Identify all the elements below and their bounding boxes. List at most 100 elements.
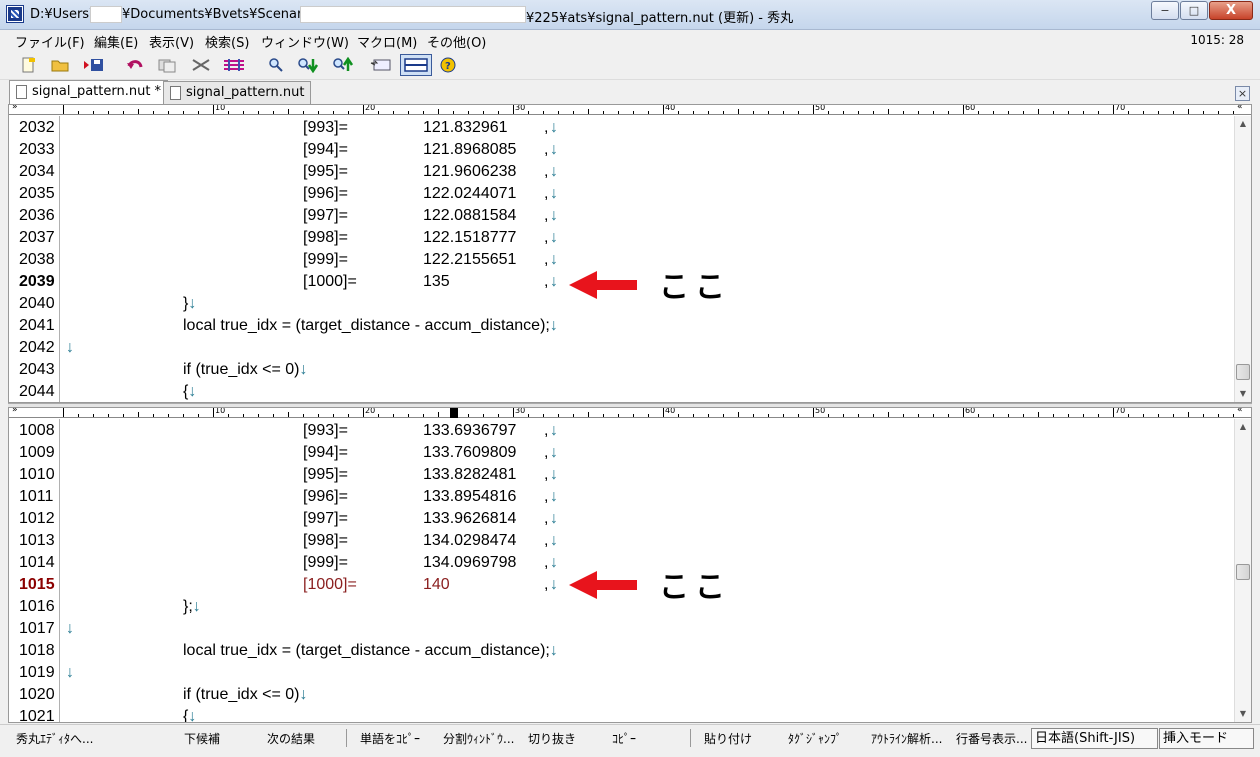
undo-icon[interactable]: [124, 54, 146, 76]
fkey-1[interactable]: 秀丸ｴﾃﾞｨﾀへ...: [16, 730, 93, 747]
fkey-2[interactable]: 下候補: [184, 730, 220, 747]
close-tab-icon[interactable]: ×: [1235, 86, 1250, 101]
editor-pane-top[interactable]: » «10 20 30 40 50 60 70 2032 [993]= 121.832961, ↓ 2…: [8, 104, 1252, 403]
scroll-down-icon[interactable]: ▼: [1235, 706, 1251, 722]
fkey-7[interactable]: ｺﾋﾟｰ: [612, 730, 636, 747]
split-window-icon[interactable]: [400, 54, 432, 76]
hidemaru-app-icon[interactable]: [7, 6, 23, 22]
scroll-thumb[interactable]: [1236, 364, 1250, 380]
menu-macro[interactable]: マクロ(M): [357, 32, 417, 51]
code-line[interactable]: 2036 [997]= 122.0881584, ↓: [9, 205, 1235, 227]
ruler-label: 60: [965, 104, 976, 112]
code-line[interactable]: 1021 {↓: [9, 706, 1235, 722]
code-line[interactable]: 1008 [993]= 133.6936797, ↓: [9, 420, 1235, 442]
code-line[interactable]: 2043 if (true_idx <= 0)↓: [9, 359, 1235, 381]
scroll-thumb[interactable]: [1236, 564, 1250, 580]
scroll-up-icon[interactable]: ▲: [1235, 419, 1251, 435]
code-line[interactable]: 1012 [997]= 133.9626814, ↓: [9, 508, 1235, 530]
menu-other[interactable]: その他(O): [427, 32, 486, 51]
line-number: 2041: [19, 317, 55, 334]
ruler-tick: [483, 414, 484, 417]
menu-search[interactable]: 検索(S): [205, 32, 249, 51]
fkey-11[interactable]: 行番号表示...: [956, 730, 1027, 747]
code-line[interactable]: 2042 ↓: [9, 337, 1235, 359]
code-line[interactable]: 1009 [994]= 133.7609809, ↓: [9, 442, 1235, 464]
cut-icon[interactable]: [190, 54, 212, 76]
newline-mark: ↓: [550, 185, 558, 202]
ruler-tick: [993, 414, 994, 417]
vertical-scrollbar[interactable]: ▲ ▼: [1234, 419, 1251, 722]
code-line[interactable]: 2041 local true_idx = (target_distance - …: [9, 315, 1235, 337]
maximize-button[interactable]: □: [1180, 1, 1208, 20]
fkey-5[interactable]: 分割ｳｨﾝﾄﾞｳ...: [443, 730, 514, 747]
newline-mark: ↓: [66, 664, 74, 681]
code-text: {↓: [183, 383, 197, 400]
code-line[interactable]: 1013 [998]= 134.0298474, ↓: [9, 530, 1235, 552]
copy-icon[interactable]: [156, 54, 178, 76]
code-line[interactable]: 2044 {↓: [9, 381, 1235, 402]
comma: ,: [544, 466, 549, 483]
vertical-scrollbar[interactable]: ▲ ▼: [1234, 116, 1251, 402]
fkey-8[interactable]: 貼り付け: [704, 730, 752, 747]
code-line[interactable]: 2033 [994]= 121.8968085, ↓: [9, 139, 1235, 161]
ruler-tick: [423, 414, 424, 417]
code-line[interactable]: 1010 [995]= 133.8282481, ↓: [9, 464, 1235, 486]
search-down-icon[interactable]: [297, 54, 319, 76]
code-line[interactable]: 1019 ↓: [9, 662, 1235, 684]
ruler-tick: [423, 111, 424, 114]
code-line[interactable]: 2034 [995]= 121.9606238, ↓: [9, 161, 1235, 183]
ruler-tick: [858, 111, 859, 114]
scroll-down-icon[interactable]: ▼: [1235, 386, 1251, 402]
save-icon[interactable]: [83, 54, 105, 76]
close-button[interactable]: X: [1209, 1, 1253, 20]
menu-view[interactable]: 表示(V): [149, 32, 194, 51]
code-line[interactable]: 1018 local true_idx = (target_distance - …: [9, 640, 1235, 662]
code-line[interactable]: 2035 [996]= 122.0244071, ↓: [9, 183, 1235, 205]
fkey-3[interactable]: 次の結果: [267, 730, 315, 747]
paste-icon[interactable]: [223, 54, 245, 76]
line-number: 1009: [19, 444, 55, 461]
ruler-tick: [1173, 414, 1174, 417]
ruler-tick: [213, 105, 214, 114]
editor-pane-bottom[interactable]: » «10 20 30 40 50 60 70 1008 [993]= 133.6936797, ↓…: [8, 407, 1252, 723]
column-ruler[interactable]: » « 10 20 30 40 50 60 70: [9, 407, 1251, 418]
code-line[interactable]: 2037 [998]= 122.1518777, ↓: [9, 227, 1235, 249]
code-line[interactable]: 1017 ↓: [9, 618, 1235, 640]
tab-signal-pattern[interactable]: signal_pattern.nut: [163, 81, 312, 104]
grep-icon[interactable]: [370, 54, 392, 76]
fkey-9[interactable]: ﾀｸﾞｼﾞｬﾝﾌﾟ: [788, 730, 842, 747]
ruler-start-mark: »: [12, 407, 18, 415]
code-line[interactable]: 1011 [996]= 133.8954816, ↓: [9, 486, 1235, 508]
fkey-10[interactable]: ｱｳﾄﾗｲﾝ解析...: [871, 730, 942, 747]
ruler-tick: [1218, 111, 1219, 114]
minimize-button[interactable]: −: [1151, 1, 1179, 20]
tab-signal-pattern-modified[interactable]: signal_pattern.nut *: [9, 80, 169, 104]
new-file-icon[interactable]: [17, 54, 39, 76]
ruler-tick: [603, 111, 604, 114]
menu-file[interactable]: ファイル(F): [15, 32, 85, 51]
fkey-6[interactable]: 切り抜き: [528, 730, 576, 747]
line-number: 1015: [19, 576, 55, 593]
scroll-up-icon[interactable]: ▲: [1235, 116, 1251, 132]
menu-edit[interactable]: 編集(E): [94, 32, 138, 51]
open-folder-icon[interactable]: [49, 54, 71, 76]
menu-window[interactable]: ウィンドウ(W): [261, 32, 349, 51]
code-line[interactable]: 2038 [999]= 122.2155651, ↓: [9, 249, 1235, 271]
code-text: local true_idx = (target_distance - accu…: [183, 317, 558, 334]
insert-mode-status[interactable]: 挿入モード: [1159, 728, 1254, 749]
ruler-tick: [768, 111, 769, 114]
fkey-4[interactable]: 単語をｺﾋﾟｰ: [360, 730, 420, 747]
column-ruler[interactable]: » « 10 20 30 40 50 60 70: [9, 104, 1251, 115]
code-text: };↓: [183, 598, 201, 615]
code-line[interactable]: 1020 if (true_idx <= 0)↓: [9, 684, 1235, 706]
ruler-tick: [1128, 111, 1129, 114]
encoding-status[interactable]: 日本語(Shift-JIS): [1031, 728, 1158, 749]
annotation-koko: ここ: [659, 570, 731, 605]
code-text: if (true_idx <= 0)↓: [183, 361, 308, 378]
help-icon[interactable]: ?: [437, 54, 459, 76]
code-line[interactable]: 2032 [993]= 121.832961, ↓: [9, 117, 1235, 139]
search-icon[interactable]: [265, 54, 287, 76]
newline-mark: ↓: [550, 422, 558, 439]
comma: ,: [544, 444, 549, 461]
search-up-icon[interactable]: [332, 54, 354, 76]
